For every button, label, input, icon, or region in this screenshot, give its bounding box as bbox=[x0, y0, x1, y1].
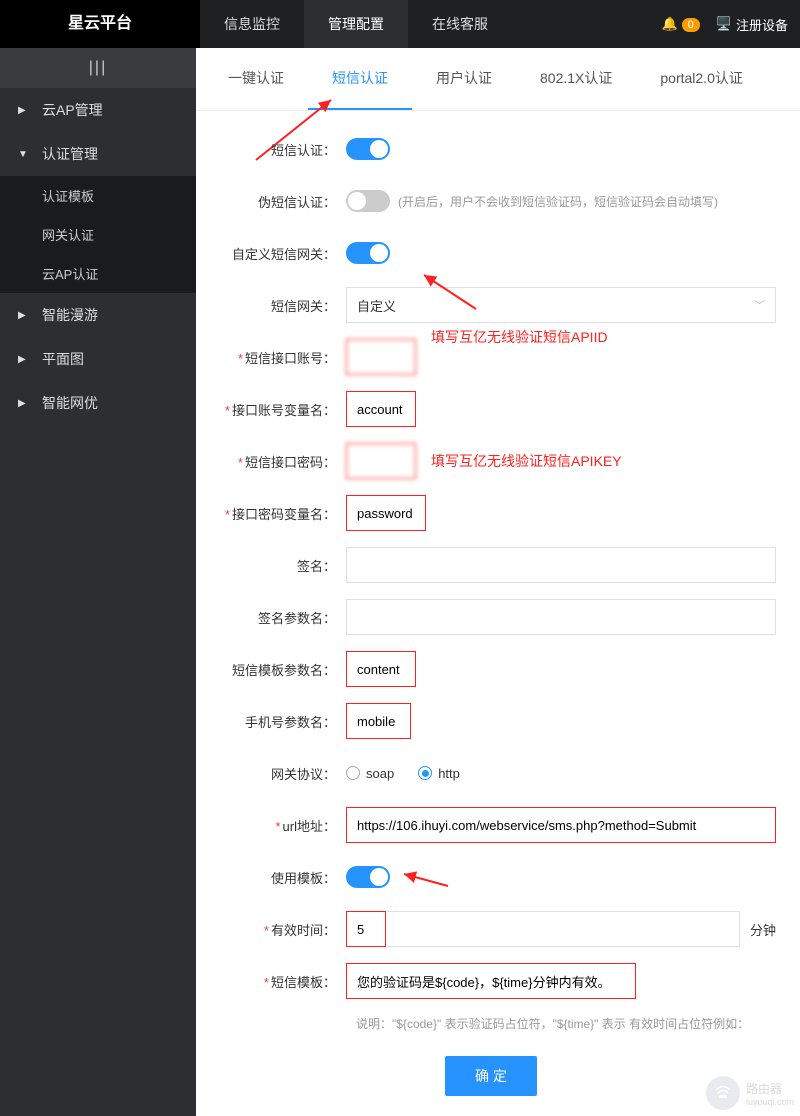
tab-8021x-auth[interactable]: 802.1X认证 bbox=[516, 48, 636, 110]
notification-badge: 0 bbox=[682, 18, 700, 32]
nav-info-monitor[interactable]: 信息监控 bbox=[200, 0, 304, 48]
expire-input[interactable] bbox=[346, 911, 386, 947]
main-content: 一键认证 短信认证 用户认证 802.1X认证 portal2.0认证 短信认证… bbox=[196, 48, 800, 1116]
gateway-value: 自定义 bbox=[357, 296, 396, 315]
tab-onekey-auth[interactable]: 一键认证 bbox=[204, 48, 308, 110]
protocol-radio-group: soap http bbox=[346, 766, 484, 781]
sidebar: ||| ▶云AP管理 ▼认证管理 认证模板 网关认证 云AP认证 ▶智能漫游 ▶… bbox=[0, 48, 196, 1116]
api-account-label: *短信接口账号： bbox=[206, 348, 346, 367]
fake-sms-toggle[interactable] bbox=[346, 190, 390, 212]
tpl-param-input[interactable] bbox=[346, 651, 416, 687]
tab-sms-auth[interactable]: 短信认证 bbox=[308, 48, 412, 110]
watermark: 路由器 luyouqi.com bbox=[706, 1076, 794, 1110]
nav-right: 🔔0 🖥️ 注册设备 bbox=[661, 0, 800, 48]
gateway-select[interactable]: 自定义 ﹀ bbox=[346, 287, 776, 323]
custom-gateway-toggle[interactable] bbox=[346, 242, 390, 264]
sidebar-item-roaming[interactable]: ▶智能漫游 bbox=[0, 293, 196, 337]
sidebar-sub-gateway-auth[interactable]: 网关认证 bbox=[0, 215, 196, 254]
template-description: 说明："${code}" 表示验证码占位符，"${time}" 表示 有效时间占… bbox=[356, 1015, 776, 1032]
protocol-radio-soap[interactable]: soap bbox=[346, 766, 394, 781]
expire-label: *有效时间： bbox=[206, 920, 346, 939]
fake-sms-hint: (开启后，用户不会收到短信验证码，短信验证码会自动填写) bbox=[398, 193, 718, 210]
register-device-button[interactable]: 🖥️ 注册设备 bbox=[716, 15, 788, 34]
caret-right-icon: ▶ bbox=[18, 354, 32, 365]
protocol-radio-http[interactable]: http bbox=[418, 766, 460, 781]
api-password-annotation: 填写互亿无线验证短信APIKEY bbox=[431, 451, 622, 471]
caret-right-icon: ▶ bbox=[18, 105, 32, 116]
caret-down-icon: ▼ bbox=[18, 149, 32, 160]
sidebar-item-smart-opt[interactable]: ▶智能网优 bbox=[0, 381, 196, 425]
tab-user-auth[interactable]: 用户认证 bbox=[412, 48, 516, 110]
radio-checked-icon bbox=[418, 766, 432, 780]
protocol-label: 网关协议： bbox=[206, 764, 346, 783]
sign-param-label: 签名参数名： bbox=[206, 608, 346, 627]
use-template-toggle[interactable] bbox=[346, 866, 390, 888]
api-password-input[interactable] bbox=[346, 443, 416, 479]
sms-auth-toggle[interactable] bbox=[346, 138, 390, 160]
bell-icon: 🔔 bbox=[661, 16, 677, 31]
api-account-input[interactable] bbox=[346, 339, 416, 375]
sidebar-item-auth-manage[interactable]: ▼认证管理 bbox=[0, 132, 196, 176]
mobile-param-label: 手机号参数名： bbox=[206, 712, 346, 731]
sms-template-input[interactable] bbox=[346, 963, 636, 999]
annotation-arrow-icon bbox=[398, 866, 458, 892]
password-var-label: *接口密码变量名： bbox=[206, 504, 346, 523]
sidebar-sub-auth-template[interactable]: 认证模板 bbox=[0, 176, 196, 215]
register-label: 注册设备 bbox=[736, 15, 788, 34]
sidebar-item-floorplan[interactable]: ▶平面图 bbox=[0, 337, 196, 381]
api-password-label: *短信接口密码： bbox=[206, 452, 346, 471]
custom-gateway-label: 自定义短信网关： bbox=[206, 244, 346, 263]
auth-tabs: 一键认证 短信认证 用户认证 802.1X认证 portal2.0认证 bbox=[196, 48, 800, 111]
nav-manage-config[interactable]: 管理配置 bbox=[304, 0, 408, 48]
notification-bell[interactable]: 🔔0 bbox=[661, 16, 699, 32]
caret-right-icon: ▶ bbox=[18, 398, 32, 409]
top-nav: 信息监控 管理配置 在线客服 🔔0 🖥️ 注册设备 bbox=[200, 0, 800, 48]
use-template-label: 使用模板： bbox=[206, 868, 346, 887]
sign-label: 签名： bbox=[206, 556, 346, 575]
caret-right-icon: ▶ bbox=[18, 310, 32, 321]
submit-button[interactable]: 确 定 bbox=[445, 1056, 537, 1096]
sidebar-collapse[interactable]: ||| bbox=[0, 48, 196, 88]
router-icon bbox=[706, 1076, 740, 1110]
chevron-down-icon: ﹀ bbox=[754, 297, 765, 313]
url-input[interactable] bbox=[346, 807, 776, 843]
sign-param-input[interactable] bbox=[346, 599, 776, 635]
mobile-param-input[interactable] bbox=[346, 703, 411, 739]
password-var-input[interactable] bbox=[346, 495, 426, 531]
sidebar-sub-cloud-ap-auth[interactable]: 云AP认证 bbox=[0, 254, 196, 293]
account-var-label: *接口账号变量名： bbox=[206, 400, 346, 419]
tab-portal2-auth[interactable]: portal2.0认证 bbox=[636, 48, 766, 110]
tpl-param-label: 短信模板参数名： bbox=[206, 660, 346, 679]
gateway-label: 短信网关： bbox=[206, 296, 346, 315]
sidebar-item-cloud-ap[interactable]: ▶云AP管理 bbox=[0, 88, 196, 132]
device-icon: 🖥️ bbox=[716, 16, 732, 32]
sign-input[interactable] bbox=[346, 547, 776, 583]
top-header: 星云平台 信息监控 管理配置 在线客服 🔔0 🖥️ 注册设备 bbox=[0, 0, 800, 48]
nav-online-support[interactable]: 在线客服 bbox=[408, 0, 512, 48]
radio-icon bbox=[346, 766, 360, 780]
brand-title: 星云平台 bbox=[0, 0, 200, 48]
account-var-input[interactable] bbox=[346, 391, 416, 427]
sms-auth-label: 短信认证： bbox=[206, 140, 346, 159]
sms-auth-form: 短信认证： 伪短信认证： (开启后，用户不会收到短信验证码，短信验证码会自动填写… bbox=[196, 111, 800, 1096]
sms-template-label: *短信模板： bbox=[206, 972, 346, 991]
fake-sms-label: 伪短信认证： bbox=[206, 192, 346, 211]
url-label: *url地址： bbox=[206, 816, 346, 835]
expire-unit: 分钟 bbox=[750, 920, 776, 939]
api-account-annotation: 填写互亿无线验证短信APIID bbox=[431, 327, 608, 347]
